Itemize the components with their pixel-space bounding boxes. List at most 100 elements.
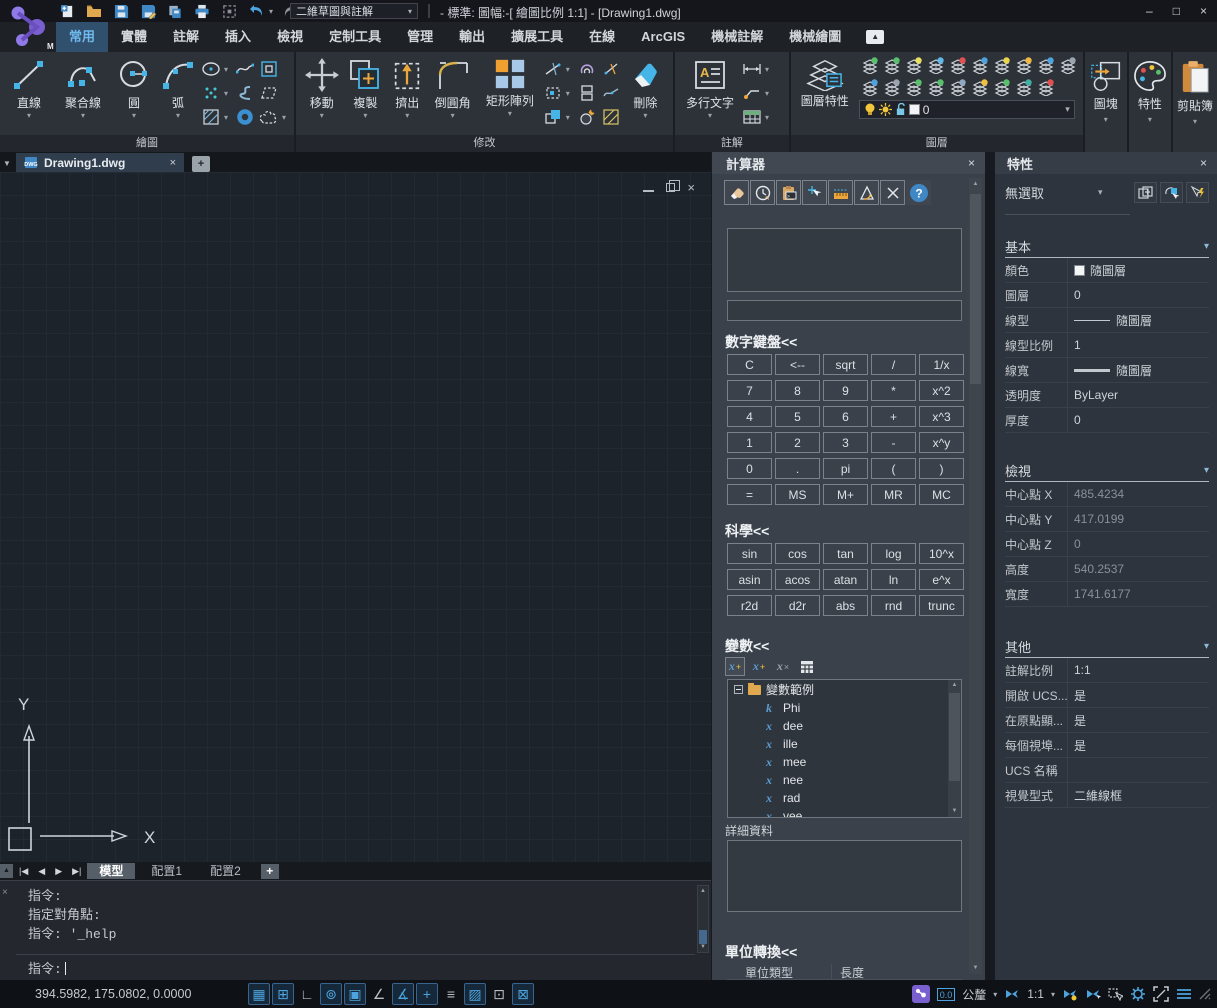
new-layout-button[interactable]: + [261,864,279,879]
calc-key[interactable]: - [871,432,916,453]
chevron-down-icon[interactable]: ▾ [1065,104,1070,115]
chevron-down-icon[interactable]: ▾ [708,112,712,119]
get-angle-button[interactable] [854,180,879,205]
ribbon-tab[interactable]: 管理 [394,22,446,52]
annotation-visibility-icon[interactable] [1062,987,1078,1001]
annotation-scale-icon[interactable] [1004,987,1020,1001]
scrollbar-thumb[interactable] [970,194,981,384]
layer-tool-icon[interactable] [1013,55,1035,75]
calc-key[interactable]: 8 [775,380,820,401]
calc-key[interactable]: sin [727,543,772,564]
annotation-scale-value[interactable]: 1:1 [1027,987,1044,1001]
scroll-up-icon[interactable]: ▲ [969,178,982,190]
menu-lines-icon[interactable] [1176,988,1192,1000]
calc-key[interactable]: ) [919,458,964,479]
delete-variable-button[interactable]: x× [773,657,793,676]
variable-item[interactable]: k Phi [728,699,961,717]
property-row[interactable]: 中心點 Y 417.0199 [1005,507,1209,532]
trim-button[interactable] [542,59,564,79]
chevron-down-icon[interactable]: ▾ [224,65,232,74]
new-file-button[interactable] [58,2,76,20]
chevron-down-icon[interactable]: ▾ [566,65,574,74]
calc-key[interactable]: trunc [919,595,964,616]
status-toggle-button[interactable]: ⊠ [512,983,534,1005]
calc-key[interactable]: * [871,380,916,401]
close-icon[interactable]: × [1200,156,1207,170]
calc-key[interactable]: tan [823,543,868,564]
select-objects-button[interactable] [1160,182,1183,203]
calc-key[interactable]: 6 [823,406,868,427]
get-coordinates-button[interactable] [802,180,827,205]
status-toggle-button[interactable]: ∠ [368,983,390,1005]
calc-key[interactable]: e^x [919,569,964,590]
chevron-down-icon[interactable]: ▾ [451,112,455,119]
property-row[interactable]: 視覺型式 二維線框 [1005,783,1209,808]
layer-tool-icon[interactable] [969,77,991,97]
scroll-down-icon[interactable]: ▼ [948,806,961,817]
rect-array-button[interactable]: 矩形陣列 ▾ [478,54,542,117]
ribbon-collapse-button[interactable]: ▲ [866,30,884,44]
property-row[interactable]: 開啟 UCS... 是 [1005,683,1209,708]
spline-cv-button[interactable] [234,83,256,103]
calc-key[interactable]: atan [823,569,868,590]
ribbon-tab[interactable]: 插入 [212,22,264,52]
region-button[interactable] [258,59,280,79]
properties-titlebar[interactable]: 特性 × [995,152,1217,174]
doc-close-button[interactable]: × [687,180,695,195]
calc-key[interactable]: sqrt [823,354,868,375]
calc-key[interactable]: MS [775,484,820,505]
scroll-down-icon[interactable]: ▼ [969,962,982,974]
panel-label-layers[interactable]: 圖層 [791,135,1083,152]
status-toggle-button[interactable]: ≡ [440,983,462,1005]
ribbon-tab[interactable]: 檢視 [264,22,316,52]
property-row[interactable]: 顏色 隨圖層 [1005,258,1209,283]
chevron-down-icon[interactable]: ▾ [132,112,136,119]
status-toggle-button[interactable]: ⊡ [488,983,510,1005]
chevron-down-icon[interactable]: ▾ [405,112,409,119]
layer-tool-icon[interactable] [881,77,903,97]
variable-item[interactable]: x nee [728,771,961,789]
brand-badge-icon[interactable] [912,985,930,1003]
chevron-down-icon[interactable]: ▾ [1098,187,1103,198]
variable-item[interactable]: x dee [728,717,961,735]
status-toggle-button[interactable]: ▦ [248,983,270,1005]
numpad-section-label[interactable]: 數字鍵盤<< [725,332,797,352]
ribbon-panel-block[interactable]: 圖塊 ▾ [1085,52,1127,152]
new-variable-button[interactable]: x+ [725,657,745,676]
print-button[interactable] [193,2,211,20]
doc-restore-button[interactable] [666,183,675,192]
status-toggle-button[interactable]: + [416,983,438,1005]
scroll-down-icon[interactable]: ▼ [698,942,708,952]
chevron-down-icon[interactable]: ▾ [508,110,512,117]
command-input[interactable]: 指令: [16,954,695,976]
help-button[interactable]: ? [906,180,931,205]
close-icon[interactable]: × [2,887,8,898]
chevron-down-icon[interactable]: ▾ [224,113,232,122]
property-row[interactable]: 每個視埠... 是 [1005,733,1209,758]
property-row[interactable]: 線型比例 1 [1005,333,1209,358]
layer-tool-icon[interactable] [1013,77,1035,97]
calculator-scrollbar[interactable]: ▲ ▼ [969,178,982,974]
status-toggle-button[interactable]: ▨ [464,983,486,1005]
minimize-button[interactable]: – [1146,4,1153,18]
status-toggle-button[interactable]: ∟ [296,983,318,1005]
save-as-button[interactable] [139,2,157,20]
maximize-button[interactable]: □ [1173,4,1180,18]
units-value[interactable]: 公釐 [962,986,986,1003]
calculator-input[interactable] [727,300,962,321]
gear-icon[interactable] [1130,986,1146,1002]
layer-tool-icon[interactable] [969,55,991,75]
layer-tool-icon[interactable] [903,55,925,75]
layer-tool-icon[interactable] [991,55,1013,75]
units-length-header[interactable]: 長度 [832,964,864,979]
property-row[interactable]: UCS 名稱 [1005,758,1209,783]
copy-button[interactable]: 複製 ▾ [344,54,388,119]
offset-button[interactable] [576,59,598,79]
document-list-dropdown[interactable]: ▼ [0,154,14,172]
layer-tool-icon[interactable] [859,77,881,97]
section-header[interactable]: 檢視 ▾ [1005,460,1209,482]
layer-tool-icon[interactable] [925,77,947,97]
selection-cursor-icon[interactable] [1108,987,1123,1001]
leader-button[interactable] [741,83,763,103]
workspace-dropdown[interactable]: 二維草圖與註解 ▾ [290,3,418,19]
